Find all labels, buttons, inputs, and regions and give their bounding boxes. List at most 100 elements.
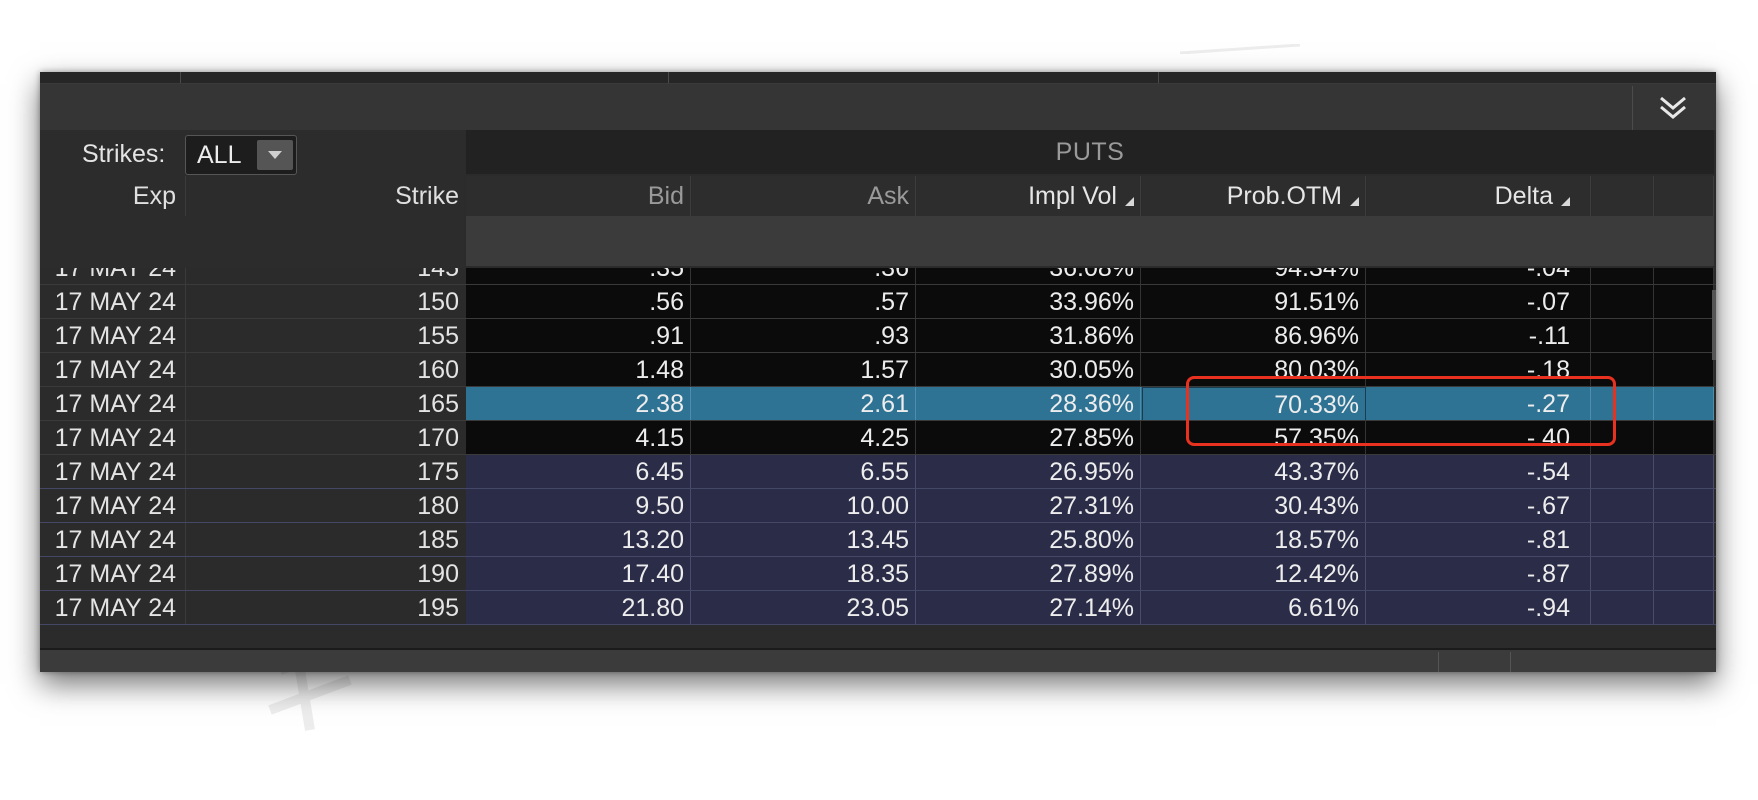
cell-exp: 17 MAY 24	[40, 353, 182, 387]
cell-impl-vol[interactable]: 27.89%	[917, 557, 1141, 591]
cell-impl-vol[interactable]: 27.85%	[917, 421, 1141, 455]
cell-impl-vol[interactable]: 26.95%	[917, 455, 1141, 489]
cell-extra-2[interactable]	[1655, 489, 1714, 523]
cell-impl-vol[interactable]: 27.31%	[917, 489, 1141, 523]
cell-ask[interactable]: 10.00	[692, 489, 916, 523]
cell-exp: 17 MAY 24	[40, 591, 182, 625]
cell-bid[interactable]: 13.20	[466, 523, 691, 557]
row-divider	[40, 624, 1716, 625]
cell-ask[interactable]: 6.55	[692, 455, 916, 489]
cell-extra-2[interactable]	[1655, 455, 1714, 489]
cell-impl-vol[interactable]: 25.80%	[917, 523, 1141, 557]
cell-ask[interactable]: .93	[692, 319, 916, 353]
vertical-scrollbar[interactable]	[1712, 290, 1716, 360]
cell-extra-2[interactable]	[1655, 319, 1714, 353]
table-row[interactable]: 17 MAY 24 175 6.45 6.55 26.95% 43.37% -.54	[40, 455, 1716, 489]
option-chain-table: 17 MAY 24 145.35.36 36.08% 94.34% -.04 17 MAY…	[40, 268, 1716, 648]
cell-prob-otm[interactable]: 30.43%	[1142, 489, 1366, 523]
cell-impl-vol[interactable]: 30.05%	[917, 353, 1141, 387]
cell-extra-2[interactable]	[1655, 285, 1714, 319]
cell-extra-2[interactable]	[1655, 591, 1714, 625]
header-sub-band	[466, 216, 1714, 266]
cell-prob-otm[interactable]: 86.96%	[1142, 319, 1366, 353]
cell-bid[interactable]: 6.45	[466, 455, 691, 489]
cell-ask[interactable]: .36	[692, 268, 916, 285]
cell-exp: 17 MAY 24	[40, 268, 182, 285]
caret-down-icon	[257, 140, 293, 170]
cell-delta[interactable]: -.54	[1367, 455, 1591, 489]
cell-ask[interactable]: 4.25	[692, 421, 916, 455]
cell-strike: 195	[185, 591, 465, 625]
column-header-ask[interactable]: Ask	[692, 176, 916, 216]
cell-extra-1[interactable]	[1592, 489, 1654, 523]
cell-extra-1[interactable]	[1592, 523, 1654, 557]
cell-exp: 17 MAY 24	[40, 421, 182, 455]
cell-prob-otm[interactable]: 43.37%	[1142, 455, 1366, 489]
collapse-button[interactable]	[1632, 86, 1713, 130]
cell-bid[interactable]: .35	[466, 268, 691, 285]
cell-prob-otm[interactable]: 12.42%	[1142, 557, 1366, 591]
column-header-exp[interactable]: Exp	[40, 176, 182, 216]
column-header-extra-2[interactable]	[1655, 176, 1714, 216]
column-header-impl-vol[interactable]: Impl Vol	[917, 176, 1141, 216]
cell-extra-1[interactable]	[1592, 319, 1654, 353]
strikes-dropdown[interactable]: ALL	[185, 135, 297, 175]
cell-delta[interactable]: -.04	[1367, 268, 1591, 285]
cell-ask[interactable]: 23.05	[692, 591, 916, 625]
cell-ask[interactable]: 1.57	[692, 353, 916, 387]
cell-bid[interactable]: 2.38	[466, 387, 691, 421]
cell-ask[interactable]: 2.61	[692, 387, 916, 421]
table-row[interactable]: 17 MAY 24 145.35.36 36.08% 94.34% -.04	[40, 268, 1716, 285]
cell-delta[interactable]: -.07	[1367, 285, 1591, 319]
cell-ask[interactable]: 18.35	[692, 557, 916, 591]
cell-prob-otm[interactable]: 94.34%	[1142, 268, 1366, 285]
cell-delta[interactable]: -.11	[1367, 319, 1591, 353]
impl-vol-label: Impl Vol	[1028, 182, 1117, 210]
table-row[interactable]: 17 MAY 24 195 21.80 23.05 27.14% 6.61% -.94	[40, 591, 1716, 625]
column-header-prob-otm[interactable]: Prob.OTM	[1142, 176, 1366, 216]
cell-ask[interactable]: 13.45	[692, 523, 916, 557]
table-row[interactable]: 17 MAY 24 155.91.93 31.86% 86.96% -.11	[40, 319, 1716, 353]
cell-impl-vol[interactable]: 28.36%	[917, 387, 1141, 421]
table-row[interactable]: 17 MAY 24 150.56.57 33.96% 91.51% -.07	[40, 285, 1716, 319]
cell-impl-vol[interactable]: 36.08%	[917, 268, 1141, 285]
cell-extra-2[interactable]	[1655, 268, 1714, 285]
cell-prob-otm[interactable]: 6.61%	[1142, 591, 1366, 625]
column-header-strike[interactable]: Strike	[185, 176, 465, 216]
cell-bid[interactable]: .56	[466, 285, 691, 319]
cell-impl-vol[interactable]: 33.96%	[917, 285, 1141, 319]
cell-extra-1[interactable]	[1592, 455, 1654, 489]
prob-otm-label: Prob.OTM	[1226, 182, 1342, 210]
cell-delta[interactable]: -.67	[1367, 489, 1591, 523]
cell-ask[interactable]: .57	[692, 285, 916, 319]
cell-bid[interactable]: .91	[466, 319, 691, 353]
cell-extra-1[interactable]	[1592, 591, 1654, 625]
cell-impl-vol[interactable]: 31.86%	[917, 319, 1141, 353]
sort-corner-icon	[1125, 197, 1134, 206]
cell-delta[interactable]: -.94	[1367, 591, 1591, 625]
cell-bid[interactable]: 9.50	[466, 489, 691, 523]
cell-bid[interactable]: 17.40	[466, 557, 691, 591]
cell-extra-1[interactable]	[1592, 285, 1654, 319]
cell-bid[interactable]: 1.48	[466, 353, 691, 387]
column-header-extra-1[interactable]	[1592, 176, 1654, 216]
table-row[interactable]: 17 MAY 24 185 13.20 13.45 25.80% 18.57% -.81	[40, 523, 1716, 557]
cell-prob-otm[interactable]: 18.57%	[1142, 523, 1366, 557]
cell-extra-2[interactable]	[1655, 557, 1714, 591]
cell-extra-2[interactable]	[1655, 523, 1714, 557]
cell-delta[interactable]: -.81	[1367, 523, 1591, 557]
cell-prob-otm[interactable]: 91.51%	[1142, 285, 1366, 319]
cell-bid[interactable]: 21.80	[466, 591, 691, 625]
cell-extra-1[interactable]	[1592, 268, 1654, 285]
cell-extra-2[interactable]	[1655, 387, 1714, 421]
cell-delta[interactable]: -.87	[1367, 557, 1591, 591]
cell-extra-1[interactable]	[1592, 557, 1654, 591]
cell-extra-2[interactable]	[1655, 353, 1714, 387]
cell-bid[interactable]: 4.15	[466, 421, 691, 455]
column-header-delta[interactable]: Delta	[1367, 176, 1591, 216]
column-header-bid[interactable]: Bid	[466, 176, 691, 216]
cell-impl-vol[interactable]: 27.14%	[917, 591, 1141, 625]
cell-extra-2[interactable]	[1655, 421, 1714, 455]
table-row[interactable]: 17 MAY 24 180 9.50 10.00 27.31% 30.43% -.67	[40, 489, 1716, 523]
table-row[interactable]: 17 MAY 24 190 17.40 18.35 27.89% 12.42% -.87	[40, 557, 1716, 591]
